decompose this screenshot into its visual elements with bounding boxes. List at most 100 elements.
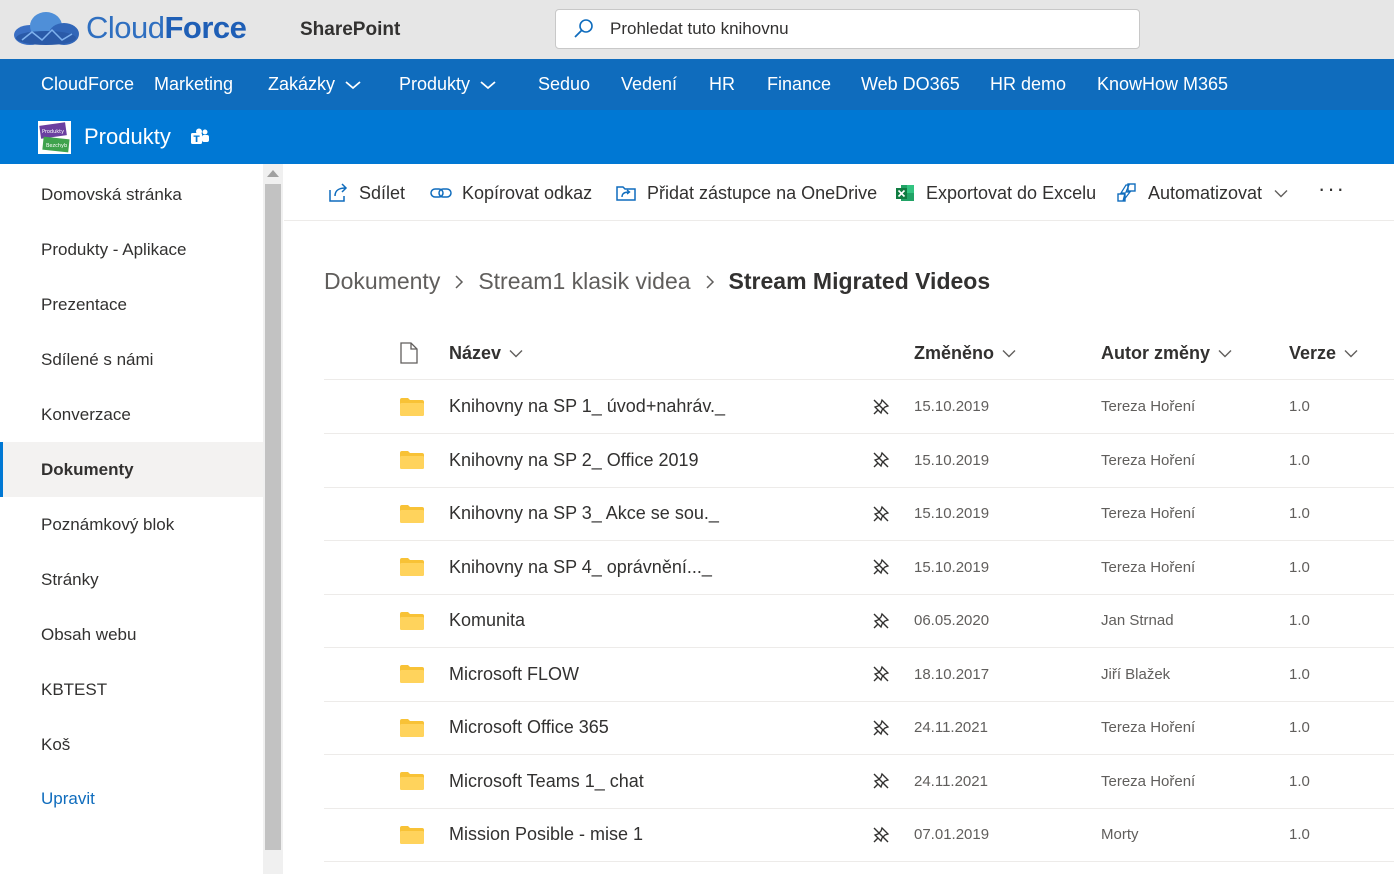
folder-icon: [400, 451, 424, 469]
table-row[interactable]: Mission Posible - mise 1 07.01.2019 Morty 1…: [324, 808, 1394, 862]
pin-icon-cell[interactable]: [872, 434, 890, 487]
row-version: 1.0: [1289, 558, 1310, 576]
folder-icon: [400, 825, 424, 844]
onedrive-shortcut-icon: [616, 186, 636, 201]
row-author[interactable]: Tereza Hoření: [1101, 380, 1195, 433]
row-name[interactable]: Knihovny na SP 3_ Akce se sou._: [449, 487, 719, 540]
row-author[interactable]: Tereza Hoření: [1101, 487, 1195, 540]
more-actions-button[interactable]: ···: [1318, 176, 1346, 202]
folder-icon: [400, 504, 424, 523]
table-row[interactable]: Knihovny na SP 1_ úvod+nahráv._ 15.10.201…: [324, 380, 1394, 434]
search-input[interactable]: [610, 19, 1110, 39]
nav-item-recycle-bin[interactable]: Koš: [0, 717, 263, 772]
scroll-up-arrow-icon[interactable]: [267, 170, 279, 177]
column-header-modified[interactable]: Změněno: [914, 343, 1016, 364]
pin-icon-cell[interactable]: [872, 648, 890, 701]
hubnav-item-produkty[interactable]: Produkty: [399, 74, 496, 95]
hubnav-item-hr[interactable]: HR: [709, 74, 735, 95]
pin-icon-cell[interactable]: [872, 594, 890, 647]
site-logo-text-top: Produkty: [42, 129, 64, 135]
column-header-version[interactable]: Verze: [1289, 343, 1358, 364]
nav-item-products-apps[interactable]: Produkty - Aplikace: [0, 222, 263, 277]
export-excel-button[interactable]: Exportovat do Excelu: [894, 182, 1096, 204]
cloudforce-logo[interactable]: CloudForce: [12, 8, 247, 48]
chevron-down-icon: [509, 350, 523, 358]
pin-icon-cell[interactable]: [872, 487, 890, 540]
row-name[interactable]: Knihovny na SP 2_ Office 2019: [449, 434, 699, 487]
hubnav-item-seduo[interactable]: Seduo: [538, 74, 590, 95]
row-name[interactable]: Microsoft FLOW: [449, 648, 579, 701]
nav-item-documents[interactable]: Dokumenty: [0, 442, 263, 497]
breadcrumb-item-documents[interactable]: Dokumenty: [324, 268, 440, 295]
row-author[interactable]: Jiří Blažek: [1101, 648, 1170, 701]
scroll-thumb[interactable]: [265, 184, 281, 850]
row-modified: 07.01.2019: [914, 826, 990, 843]
table-row[interactable]: Microsoft Office 365 24.11.2021 Tereza Hoř…: [324, 701, 1394, 755]
file-type-icon[interactable]: [400, 342, 418, 364]
table-row[interactable]: Microsoft Teams 1_ chat 24.11.2021 Tereza …: [324, 755, 1394, 809]
hubnav-item-knowhow-m365[interactable]: KnowHow M365: [1097, 74, 1228, 95]
row-name[interactable]: Komunita: [449, 594, 525, 647]
row-author[interactable]: Tereza Hoření: [1101, 541, 1195, 594]
breadcrumb-current: Stream Migrated Videos: [728, 268, 991, 294]
link-icon: [430, 188, 452, 198]
hubnav-item-vedeni[interactable]: Vedení: [621, 74, 677, 95]
copy-link-button[interactable]: Kopírovat odkaz: [430, 182, 592, 204]
row-author[interactable]: Morty: [1101, 808, 1139, 861]
site-logo[interactable]: Produkty Bezchyb: [38, 121, 71, 154]
hubnav-item-hr-demo[interactable]: HR demo: [990, 74, 1066, 95]
row-author[interactable]: Tereza Hoření: [1101, 755, 1195, 808]
nav-item-home[interactable]: Domovská stránka: [0, 167, 263, 222]
app-name[interactable]: SharePoint: [300, 19, 400, 41]
hubnav-item-marketing[interactable]: Marketing: [154, 74, 233, 95]
table-row[interactable]: Komunita 06.05.2020 Jan Strnad 1.0: [324, 594, 1394, 648]
pin-off-icon: [873, 451, 890, 468]
pin-icon-cell[interactable]: [872, 808, 890, 861]
row-author[interactable]: Jan Strnad: [1101, 594, 1174, 647]
teams-icon[interactable]: T: [190, 128, 210, 146]
row-name[interactable]: Mission Posible - mise 1: [449, 808, 643, 861]
nav-item-presentations[interactable]: Prezentace: [0, 277, 263, 332]
left-nav-scrollbar[interactable]: [263, 164, 283, 874]
nav-item-notebook[interactable]: Poznámkový blok: [0, 497, 263, 552]
hubnav-item-cloudforce[interactable]: CloudForce: [41, 74, 134, 95]
search-box[interactable]: [555, 9, 1140, 49]
nav-edit-link[interactable]: Upravit: [0, 771, 263, 826]
table-row[interactable]: Knihovny na SP 3_ Akce se sou._ 15.10.201…: [324, 487, 1394, 541]
table-row[interactable]: Microsoft FLOW 18.10.2017 Jiří Blažek 1.0: [324, 648, 1394, 702]
nav-item-shared-with-us[interactable]: Sdílené s námi: [0, 332, 263, 387]
chevron-down-icon: [1274, 189, 1288, 197]
row-author[interactable]: Tereza Hoření: [1101, 701, 1195, 754]
nav-item-conversations[interactable]: Konverzace: [0, 387, 263, 442]
column-header-modified-by[interactable]: Autor změny: [1101, 343, 1232, 364]
row-author[interactable]: Tereza Hoření: [1101, 434, 1195, 487]
automate-button[interactable]: Automatizovat: [1116, 182, 1288, 204]
share-button[interactable]: Sdílet: [327, 182, 405, 204]
pin-icon-cell[interactable]: [872, 701, 890, 754]
nav-item-site-contents[interactable]: Obsah webu: [0, 607, 263, 662]
hubnav-item-web-do365[interactable]: Web DO365: [861, 74, 960, 95]
row-name[interactable]: Microsoft Teams 1_ chat: [449, 755, 644, 808]
pin-icon-cell[interactable]: [872, 541, 890, 594]
site-title[interactable]: Produkty: [84, 124, 171, 150]
pin-icon-cell[interactable]: [872, 380, 890, 433]
table-row[interactable]: Knihovny na SP 4_ oprávnění..._ 15.10.201…: [324, 541, 1394, 595]
row-name[interactable]: Knihovny na SP 1_ úvod+nahráv._: [449, 380, 725, 433]
folder-icon-cell: [400, 755, 424, 808]
breadcrumb-item-stream1[interactable]: Stream1 klasik videa: [478, 268, 690, 295]
column-header-name[interactable]: Název: [449, 343, 523, 364]
row-name[interactable]: Knihovny na SP 4_ oprávnění..._: [449, 541, 712, 594]
folder-icon-cell: [400, 701, 424, 754]
row-modified: 24.11.2021: [914, 772, 988, 790]
table-row[interactable]: Knihovny na SP 2_ Office 2019 15.10.2019 T…: [324, 434, 1394, 488]
nav-item-pages[interactable]: Stránky: [0, 552, 263, 607]
pin-off-icon: [873, 612, 890, 628]
hubnav-item-zakazky[interactable]: Zakázky: [268, 74, 361, 95]
pin-off-icon: [873, 772, 890, 789]
row-name[interactable]: Microsoft Office 365: [449, 701, 609, 754]
pin-icon-cell[interactable]: [872, 755, 890, 808]
logo-text-light: Cloud: [86, 10, 165, 45]
nav-item-kbtest[interactable]: KBTEST: [0, 662, 263, 717]
add-shortcut-onedrive-button[interactable]: Přidat zástupce na OneDrive: [615, 182, 877, 204]
hubnav-item-finance[interactable]: Finance: [767, 74, 831, 95]
